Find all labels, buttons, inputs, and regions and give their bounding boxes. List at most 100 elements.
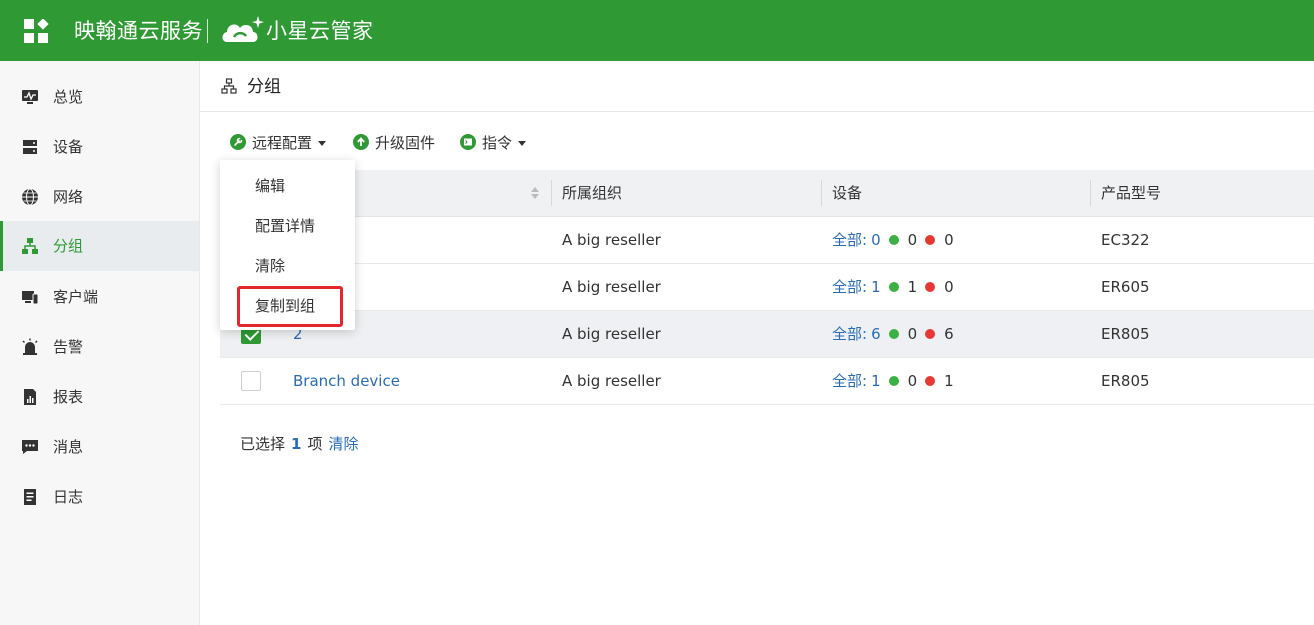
- table-row[interactable]: 2 A big reseller 全部: 6 0 6 ER805: [220, 311, 1314, 358]
- online-dot: [888, 282, 899, 292]
- online-dot: [888, 329, 899, 339]
- sitemap-icon: [221, 78, 237, 94]
- sidebar-item-groups[interactable]: 分组: [0, 221, 199, 271]
- remote-config-label: 远程配置: [252, 133, 313, 152]
- devices-icon: [22, 291, 39, 305]
- sidebar-item-overview[interactable]: 总览: [0, 72, 199, 122]
- sidebar-item-label: 告警: [53, 338, 84, 356]
- device-offline: 6: [944, 325, 954, 343]
- upgrade-firmware-label: 升级固件: [375, 133, 436, 152]
- command-button[interactable]: 指令: [460, 131, 527, 153]
- table-header: 名称 所属组织 设备 产品型号: [220, 170, 1314, 217]
- sort-icon[interactable]: [530, 185, 540, 201]
- offline-dot: [925, 235, 936, 245]
- sidebar-item-label: 客户端: [53, 288, 99, 306]
- message-icon: [22, 440, 38, 454]
- menu-item-edit[interactable]: 编辑: [220, 160, 355, 200]
- menu-item-clear[interactable]: 清除: [220, 240, 355, 280]
- monitor-icon: [22, 90, 38, 104]
- org-cell: A big reseller: [562, 278, 661, 296]
- alarm-icon: [22, 338, 38, 355]
- online-dot: [888, 376, 899, 386]
- header-devices: 设备: [832, 184, 863, 202]
- model-cell: ER605: [1101, 278, 1150, 296]
- wrench-icon: [230, 134, 246, 150]
- sidebar-item-label: 网络: [53, 188, 84, 206]
- column-divider[interactable]: [551, 180, 552, 206]
- row-checkbox[interactable]: [241, 371, 261, 391]
- device-online: 0: [907, 372, 918, 390]
- device-total[interactable]: 1: [871, 277, 881, 297]
- device-status-cell: 全部: 0 0 0: [832, 230, 954, 250]
- offline-dot: [925, 329, 936, 339]
- group-name-link[interactable]: Branch device: [293, 371, 400, 391]
- column-divider[interactable]: [1090, 180, 1091, 206]
- device-status-cell: 全部: 1 1 0: [832, 277, 954, 297]
- offline-dot: [925, 376, 936, 386]
- device-all-label[interactable]: 全部:: [832, 230, 867, 250]
- selection-summary: 已选择 1 项 清除: [240, 434, 358, 454]
- model-cell: ER805: [1101, 325, 1150, 343]
- page-header: 分组: [200, 61, 1314, 112]
- upload-arrow-icon: [353, 134, 369, 150]
- sidebar: 总览 设备 网络 分组 客户端 告警 报表 消息 日志: [0, 61, 200, 625]
- sub-brand-name: 小星云管家: [266, 19, 374, 43]
- page-title: 分组: [247, 77, 281, 97]
- device-all-label[interactable]: 全部:: [832, 277, 867, 297]
- sidebar-item-messages[interactable]: 消息: [0, 422, 199, 472]
- sidebar-item-reports[interactable]: 报表: [0, 372, 199, 422]
- report-icon: [24, 389, 36, 405]
- device-online: 1: [907, 278, 918, 296]
- table-row[interactable]: Branch device A big reseller 全部: 1 0 1 E…: [220, 358, 1314, 405]
- sidebar-item-logs[interactable]: 日志: [0, 472, 199, 522]
- clear-selection-link[interactable]: 清除: [328, 434, 358, 454]
- menu-item-label: 配置详情: [255, 217, 316, 235]
- org-cell: A big reseller: [562, 325, 661, 343]
- device-status-cell: 全部: 6 0 6: [832, 324, 954, 344]
- org-cell: A big reseller: [562, 372, 661, 390]
- sidebar-item-alarms[interactable]: 告警: [0, 322, 199, 372]
- table-row[interactable]: A big reseller 全部: 0 0 0 EC322: [220, 217, 1314, 264]
- command-label: 指令: [482, 133, 513, 152]
- menu-item-label: 编辑: [255, 177, 286, 195]
- device-status-cell: 全部: 1 0 1: [832, 371, 954, 391]
- header-org: 所属组织: [562, 184, 623, 202]
- sidebar-item-label: 日志: [53, 488, 84, 506]
- cloud-logo-icon: [222, 16, 264, 42]
- sidebar-item-label: 设备: [53, 138, 84, 156]
- server-icon: [23, 140, 37, 154]
- device-online: 0: [907, 325, 918, 343]
- sidebar-item-clients[interactable]: 客户端: [0, 272, 199, 322]
- selection-suffix: 项: [307, 435, 323, 453]
- device-all-label[interactable]: 全部:: [832, 324, 867, 344]
- table-row[interactable]: A big reseller 全部: 1 1 0 ER605: [220, 264, 1314, 311]
- menu-item-config-details[interactable]: 配置详情: [220, 200, 355, 240]
- apps-grid-icon[interactable]: [24, 19, 50, 45]
- menu-item-copy-to-group[interactable]: 复制到组: [220, 280, 355, 320]
- sidebar-item-devices[interactable]: 设备: [0, 122, 199, 172]
- device-online: 0: [907, 231, 918, 249]
- column-divider[interactable]: [821, 180, 822, 206]
- sidebar-item-label: 报表: [53, 388, 84, 406]
- sidebar-item-label: 消息: [53, 438, 84, 456]
- device-offline: 0: [944, 231, 954, 249]
- brand-name: 映翰通云服务: [74, 19, 203, 43]
- device-total[interactable]: 1: [871, 371, 881, 391]
- chevron-down-icon: [318, 140, 327, 146]
- device-all-label[interactable]: 全部:: [832, 371, 867, 391]
- upgrade-firmware-button[interactable]: 升级固件: [353, 131, 435, 153]
- selection-prefix: 已选择: [240, 435, 286, 453]
- device-total[interactable]: 6: [871, 324, 881, 344]
- chevron-down-icon: [518, 140, 527, 146]
- remote-config-dropdown: 编辑 配置详情 清除 复制到组: [220, 160, 355, 330]
- sitemap-icon: [22, 238, 38, 254]
- device-offline: 1: [944, 372, 954, 390]
- model-cell: EC322: [1101, 231, 1150, 249]
- device-total[interactable]: 0: [871, 230, 881, 250]
- log-icon: [24, 489, 36, 505]
- globe-icon: [22, 188, 38, 206]
- terminal-icon: [460, 134, 476, 150]
- sidebar-item-network[interactable]: 网络: [0, 172, 199, 222]
- remote-config-button[interactable]: 远程配置: [230, 131, 327, 153]
- top-bar: 映翰通云服务 小星云管家: [0, 0, 1314, 61]
